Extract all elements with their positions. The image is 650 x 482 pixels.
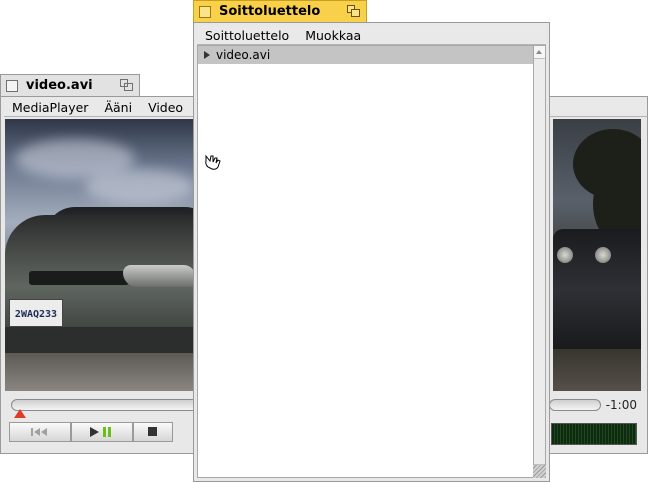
volume-meter bbox=[551, 423, 637, 445]
close-box-icon[interactable] bbox=[6, 79, 18, 92]
menu-audio[interactable]: Ääni bbox=[96, 100, 140, 115]
menu-video[interactable]: Video bbox=[140, 100, 191, 115]
skip-back-icon bbox=[31, 428, 47, 436]
video-frame-right[interactable] bbox=[553, 119, 641, 391]
seek-slider[interactable] bbox=[11, 399, 199, 411]
hand-pointer-icon bbox=[205, 154, 221, 170]
video-menubar-right bbox=[549, 98, 647, 117]
video-frame[interactable]: 2WAQ233 bbox=[5, 119, 197, 391]
playlist-window-tab[interactable]: Soittoluettelo bbox=[193, 0, 367, 22]
seek-thumb[interactable] bbox=[14, 409, 26, 418]
menu-mediaplayer[interactable]: MediaPlayer bbox=[4, 100, 96, 115]
play-pause-icon bbox=[90, 427, 111, 437]
playlist-menubar: Soittoluettelo Muokkaa bbox=[197, 26, 546, 45]
video-menubar: MediaPlayer Ääni Video bbox=[4, 98, 195, 117]
playlist-window-title: Soittoluettelo bbox=[219, 4, 321, 19]
video-window-title: video.avi bbox=[26, 78, 93, 93]
playlist-list[interactable]: video.avi bbox=[197, 45, 534, 478]
license-plate: 2WAQ233 bbox=[9, 299, 63, 327]
scroll-up-button[interactable] bbox=[534, 46, 545, 59]
stop-button[interactable] bbox=[133, 422, 173, 442]
video-window-tab[interactable]: video.avi bbox=[0, 74, 140, 96]
resize-grip[interactable] bbox=[533, 465, 546, 478]
previous-button[interactable] bbox=[9, 422, 71, 442]
stop-icon bbox=[148, 427, 157, 436]
playlist-window: Soittoluettelo Muokkaa video.avi bbox=[193, 22, 550, 482]
zoom-box-icon[interactable] bbox=[120, 79, 133, 91]
seek-slider-right[interactable] bbox=[549, 399, 601, 411]
menu-playlist[interactable]: Soittoluettelo bbox=[197, 28, 297, 43]
vertical-scrollbar[interactable] bbox=[533, 45, 546, 478]
video-window-right-part: -1:00 bbox=[548, 96, 648, 454]
menu-edit[interactable]: Muokkaa bbox=[297, 28, 369, 43]
time-remaining: -1:00 bbox=[605, 398, 637, 412]
list-item-label: video.avi bbox=[216, 48, 271, 62]
video-window: MediaPlayer Ääni Video 2WAQ233 bbox=[0, 96, 200, 454]
close-box-icon[interactable] bbox=[199, 5, 211, 18]
play-indicator-icon bbox=[204, 51, 210, 59]
zoom-box-icon[interactable] bbox=[347, 5, 360, 17]
list-item[interactable]: video.avi bbox=[198, 46, 533, 64]
play-pause-button[interactable] bbox=[71, 422, 133, 442]
